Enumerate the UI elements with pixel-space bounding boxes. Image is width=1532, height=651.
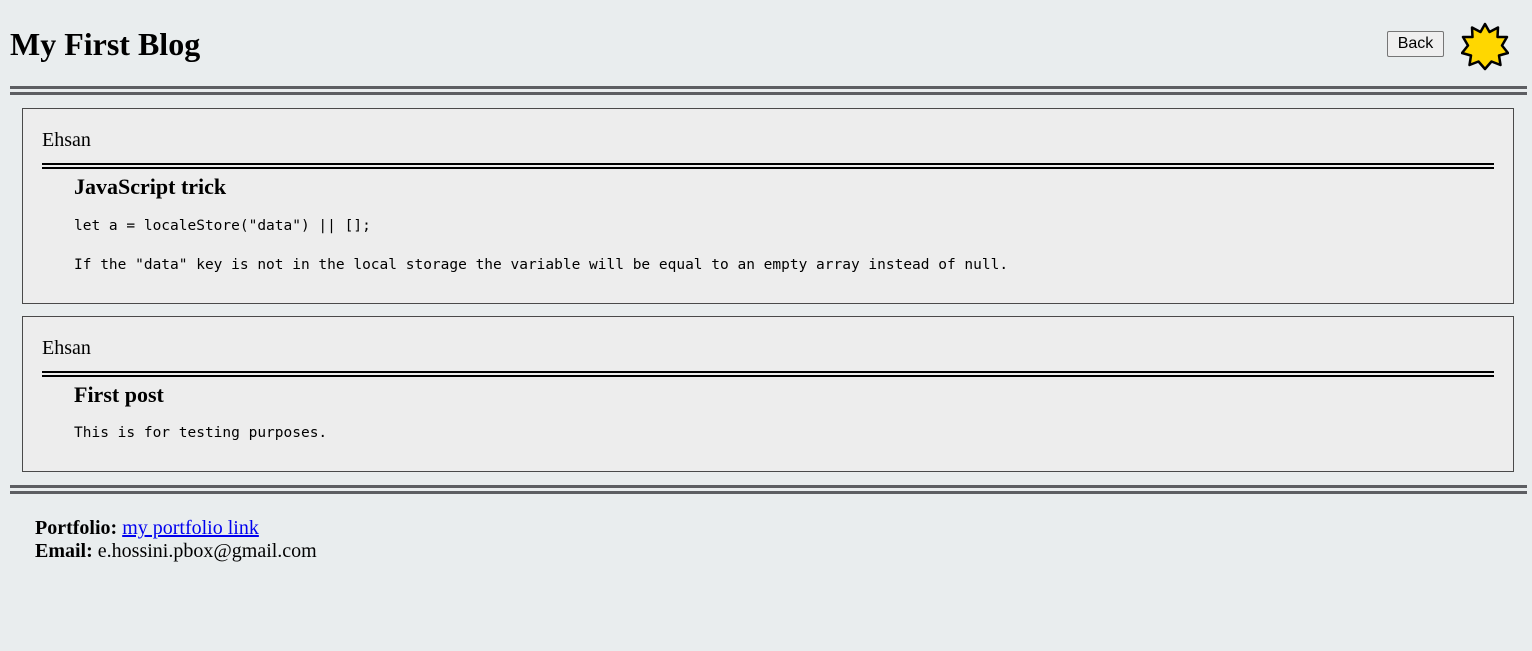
post-divider [42, 371, 1494, 377]
header-divider [10, 86, 1527, 95]
post-title: First post [74, 382, 164, 407]
email-row: Email: e.hossini.pbox@gmail.com [35, 540, 317, 563]
sun-shape [1460, 22, 1510, 71]
back-button[interactable]: Back [1387, 31, 1444, 57]
post-text-line: This is for testing purposes. [74, 425, 328, 441]
post-card: Ehsan JavaScript trick let a = localeSto… [22, 108, 1514, 304]
portfolio-link[interactable]: my portfolio link [122, 517, 259, 539]
page-title: My First Blog [10, 26, 201, 62]
portfolio-label: Portfolio: [35, 517, 118, 539]
page-header: My First Blog Back [10, 0, 1527, 90]
portfolio-row: Portfolio: my portfolio link [35, 517, 317, 540]
sun-icon[interactable] [1460, 22, 1510, 72]
page-footer: Portfolio: my portfolio link Email: e.ho… [35, 517, 317, 563]
email-label: Email: [35, 540, 93, 562]
post-divider [42, 163, 1494, 169]
post-card: Ehsan First post This is for testing pur… [22, 316, 1514, 472]
post-author: Ehsan [42, 129, 91, 151]
post-author: Ehsan [42, 337, 91, 359]
email-value: e.hossini.pbox@gmail.com [97, 540, 317, 562]
footer-divider [10, 485, 1527, 494]
post-code-line: let a = localeStore("data") || []; [74, 218, 371, 234]
post-title: JavaScript trick [74, 174, 227, 199]
post-text-line: If the "data" key is not in the local st… [74, 257, 1009, 273]
